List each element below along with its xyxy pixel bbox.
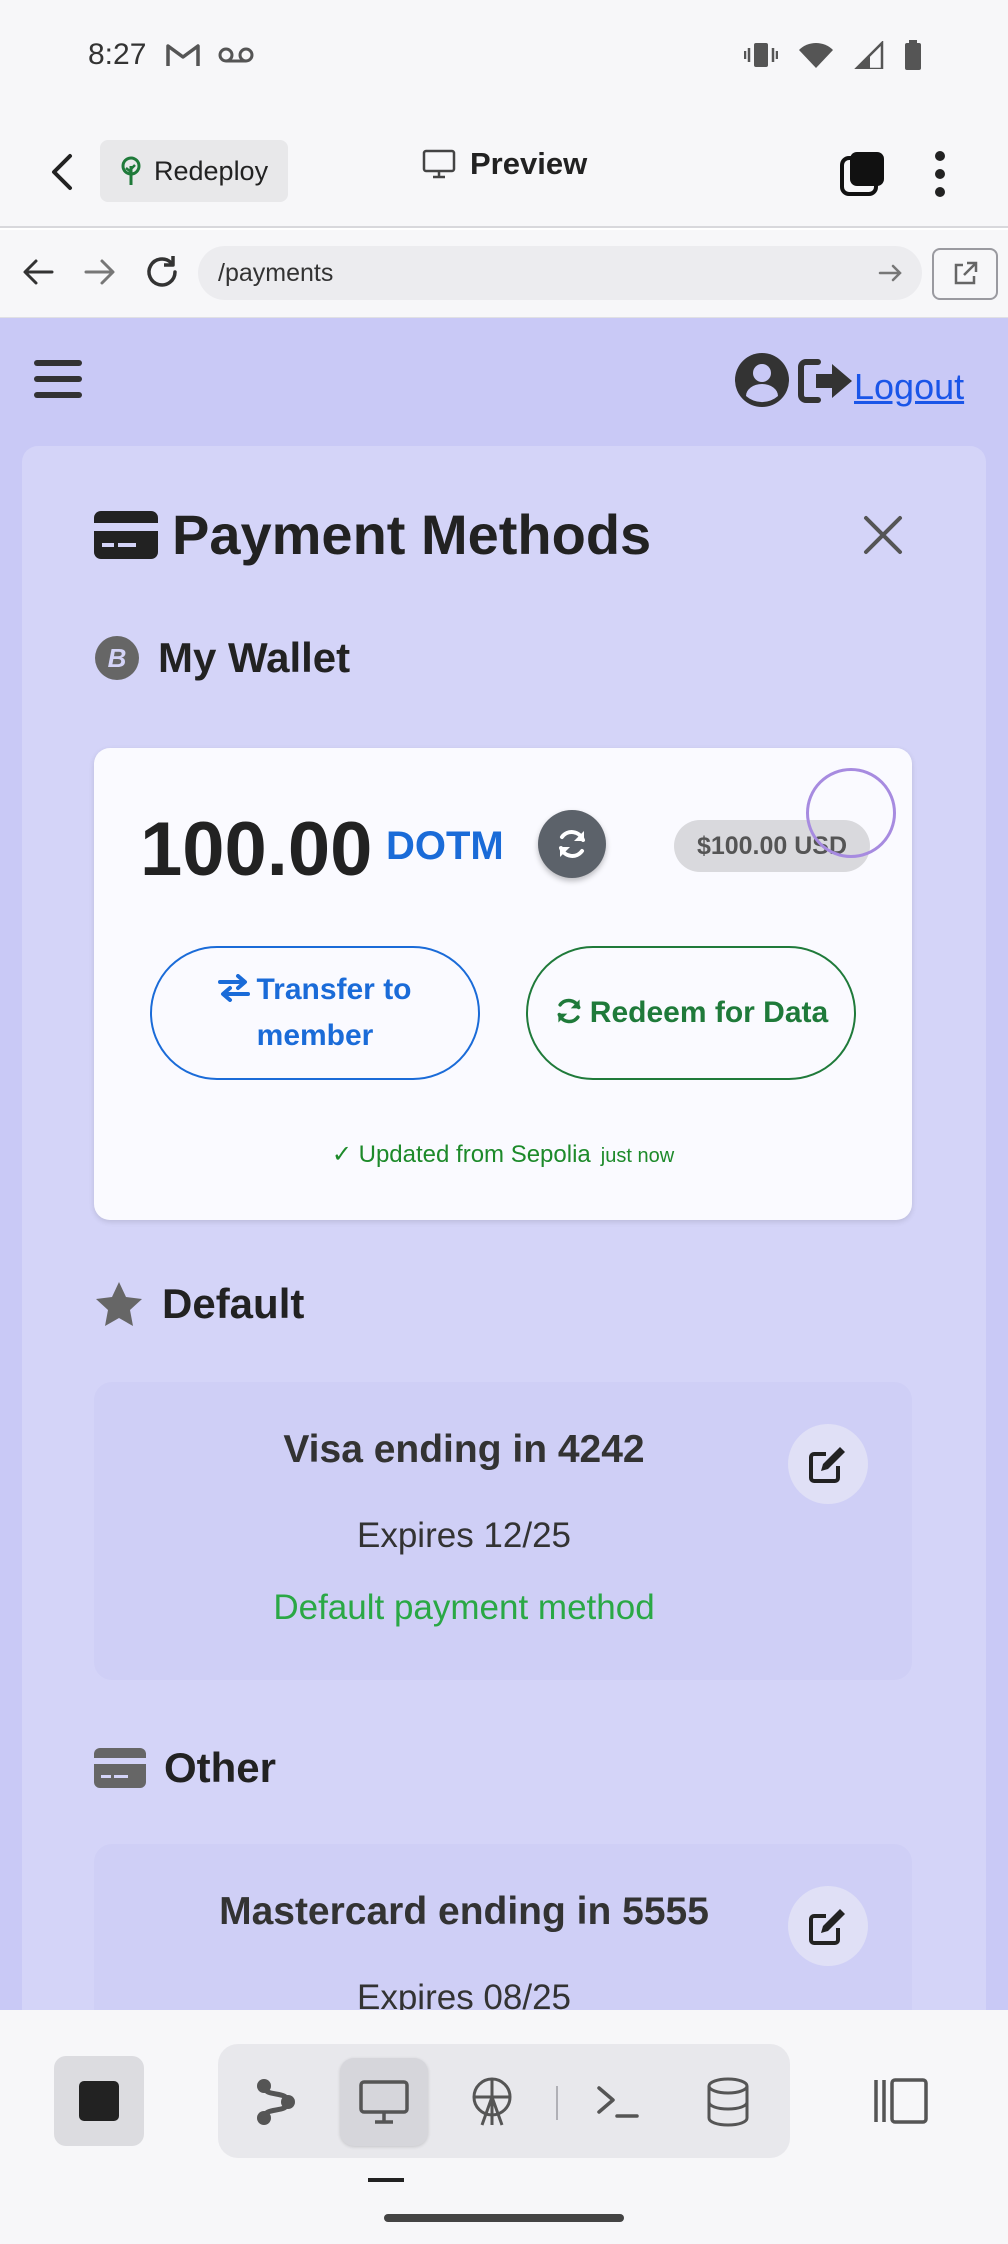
wallet-title: My Wallet	[158, 634, 351, 681]
sign-out-icon[interactable]	[798, 358, 854, 404]
other-card: Mastercard ending in 5555 Expires 08/25	[94, 1844, 912, 2010]
sync-icon	[559, 830, 585, 858]
more-vert-icon[interactable]	[922, 148, 958, 200]
tool-separator	[556, 2086, 558, 2120]
antenna-icon	[472, 2077, 512, 2126]
hamburger-icon[interactable]	[34, 360, 82, 400]
url-bar: /payments	[0, 230, 1008, 318]
open-external-button[interactable]	[932, 248, 998, 300]
credit-card-icon	[94, 1748, 146, 1788]
redeploy-label: Redeploy	[154, 155, 269, 186]
deploy-tool[interactable]	[448, 2058, 536, 2146]
wallet-currency: DOTM	[386, 824, 504, 868]
branch-icon	[257, 2079, 295, 2125]
bottom-toolbar	[0, 2010, 1008, 2244]
default-section-header: Default	[94, 1280, 304, 1328]
default-label: Default payment method	[273, 1588, 655, 1627]
updated-status: ✓ Updated from Sepolia just now	[94, 1140, 912, 1169]
edit-icon	[809, 1447, 845, 1483]
edit-card-button[interactable]	[788, 1886, 868, 1966]
redeploy-button[interactable]: Redeploy	[100, 140, 288, 202]
app-bar: Redeploy Preview	[0, 116, 1008, 228]
credit-card-icon	[94, 510, 158, 559]
page-title: Payment Methods	[172, 503, 652, 566]
active-tab-indicator	[368, 2178, 404, 2182]
exchange-icon	[218, 974, 251, 1002]
vibrate-icon	[744, 43, 778, 67]
preview-tool[interactable]	[340, 2058, 428, 2146]
open-external-icon	[954, 261, 978, 285]
logout-link[interactable]: Logout	[854, 366, 964, 408]
tabs-icon[interactable]	[838, 150, 886, 198]
edit-icon	[809, 1909, 845, 1945]
arrow-left-icon[interactable]	[18, 252, 58, 292]
wifi-icon	[799, 42, 833, 68]
voicemail-icon	[218, 47, 254, 63]
redeem-label: Redeem for Data	[589, 996, 829, 1029]
panel-toggle-icon[interactable]	[870, 2074, 930, 2128]
updated-time: just now	[600, 1145, 675, 1167]
back-arrow-icon[interactable]	[44, 150, 84, 194]
default-card: Visa ending in 4242 Expires 12/25 Defaul…	[94, 1382, 912, 1680]
preview-title: Preview	[422, 146, 587, 182]
bitcoin-icon: B	[95, 636, 139, 680]
wallet-card: 100.00 DOTM $100.00 USD Transfer to memb…	[94, 748, 912, 1220]
reload-icon[interactable]	[142, 252, 182, 292]
url-input[interactable]: /payments	[198, 246, 922, 300]
card-expiry: Expires 08/25	[356, 1978, 572, 2010]
card-name: Mastercard ending in 5555	[219, 1890, 709, 1933]
status-time: 8:27	[88, 38, 147, 71]
svg-text:B: B	[108, 643, 127, 673]
tool-group	[218, 2044, 790, 2158]
default-title: Default	[162, 1280, 305, 1327]
wallet-balance: 100.00	[140, 807, 373, 892]
tree-icon	[121, 156, 141, 185]
stop-button[interactable]	[54, 2056, 144, 2146]
database-icon	[707, 2077, 749, 2127]
updated-text: Updated from Sepolia	[358, 1141, 591, 1168]
gmail-icon	[166, 44, 200, 66]
battery-icon	[905, 40, 921, 70]
web-page: Logout Payment Methods B My Wallet 100.0…	[0, 318, 1008, 2010]
payment-methods-panel: Payment Methods B My Wallet 100.00 DOTM …	[22, 446, 986, 2010]
top-nav: Logout	[0, 318, 1008, 438]
check-icon: ✓	[331, 1141, 359, 1168]
close-icon[interactable]	[862, 514, 904, 556]
go-arrow-icon[interactable]	[876, 258, 906, 288]
transfer-label: Transfer to member	[256, 973, 412, 1052]
other-section-header: Other	[94, 1744, 276, 1792]
stop-icon	[79, 2081, 119, 2121]
other-title: Other	[164, 1744, 277, 1791]
preview-label: Preview	[470, 146, 588, 181]
card-name: Visa ending in 4242	[283, 1428, 645, 1471]
refresh-balance-button[interactable]	[538, 810, 606, 878]
status-bar: 8:27	[0, 0, 1008, 116]
sync-icon	[557, 998, 581, 1024]
monitor-icon	[422, 149, 456, 179]
url-text: /payments	[218, 258, 334, 287]
touch-indicator	[806, 768, 896, 858]
user-circle-icon[interactable]	[734, 352, 790, 408]
terminal-icon	[597, 2086, 639, 2118]
signal-icon	[854, 41, 884, 69]
home-gesture-bar[interactable]	[384, 2214, 624, 2222]
terminal-tool[interactable]	[574, 2058, 662, 2146]
edit-card-button[interactable]	[788, 1424, 868, 1504]
card-expiry: Expires 12/25	[356, 1516, 572, 1555]
transfer-to-member-button[interactable]: Transfer to member	[150, 946, 480, 1080]
desktop-icon	[359, 2080, 409, 2124]
branch-tool[interactable]	[232, 2058, 320, 2146]
database-tool[interactable]	[684, 2058, 772, 2146]
redeem-for-data-button[interactable]: Redeem for Data	[526, 946, 856, 1080]
star-icon	[96, 1282, 142, 1326]
arrow-right-icon[interactable]	[80, 252, 120, 292]
wallet-section-header: B My Wallet	[94, 634, 350, 682]
